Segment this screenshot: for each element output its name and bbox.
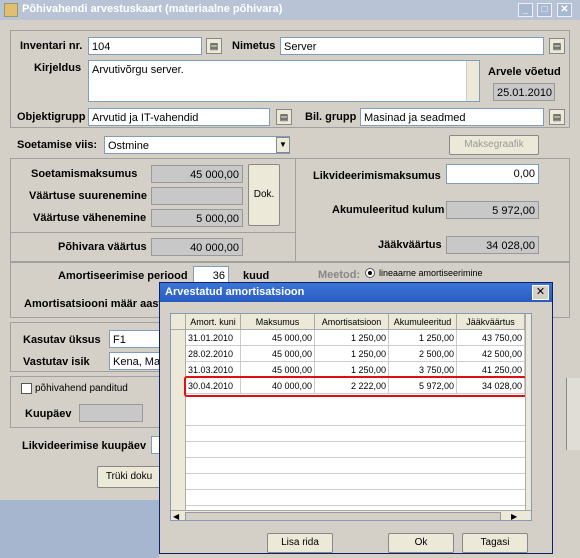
vertical-scrollbar[interactable] [525,314,531,510]
meetod-value: lineaarne amortiseerimine [379,268,483,278]
grid-cell[interactable]: 2 500,00 [389,346,457,362]
window-titlebar: Põhivahendi arvestuskaart (materiaalne p… [0,0,580,20]
background-window [0,500,159,558]
nimetus-field[interactable]: Server [280,37,544,55]
kasutav-label: Kasutav üksus [23,334,101,346]
maksegraafik-button[interactable]: Maksegraafik [449,135,539,155]
likvid-field[interactable]: 0,00 [446,164,539,184]
ok-button[interactable]: Ok [388,533,454,553]
minimize-icon[interactable]: _ [518,3,533,17]
objektigrupp-field[interactable]: Arvutid ja IT-vahendid [88,108,270,126]
scroll-left-icon[interactable]: ◀ [173,512,179,520]
kuupaev-field [79,404,143,422]
col-header[interactable]: Maksumus [241,314,315,330]
kulum-field: 5 972,00 [446,201,539,219]
trukk-button[interactable]: Trüki doku [97,466,161,488]
inventar-lookup-icon[interactable]: ▤ [206,38,222,54]
soetamise-label: Soetamise viis: [17,139,98,151]
row-selector-column [171,330,186,510]
soetamise-select[interactable]: Ostmine [104,136,290,154]
soetamismaksumus-label: Soetamismaksumus [31,168,138,180]
pohivara-label: Põhivara väärtus [58,241,147,253]
meetod-radio[interactable] [365,268,375,278]
grid-cell[interactable]: 28.02.2010 [186,346,241,362]
col-header[interactable]: Amortisatsioon [315,314,389,330]
dialog-close-icon[interactable]: ✕ [532,285,549,300]
app-icon [4,3,18,17]
likvkuup-label: Likvideerimise kuupäev [22,440,147,452]
kirjeldus-textarea[interactable]: Arvutivõrgu server. [88,60,480,102]
suurenemine-label: Väärtuse suurenemine [29,190,147,202]
panditud-label: põhivahend panditud [35,383,128,394]
vastutav-label: Vastutav isik [23,356,90,368]
section-divider [295,158,296,262]
grid-cell[interactable]: 31.01.2010 [186,330,241,346]
dialog-title: Arvestatud amortisatsioon [160,283,552,302]
amortization-dialog: Arvestatud amortisatsioon ✕ Amort. kuni … [159,282,553,554]
highlight-box [184,376,527,397]
dok-button[interactable]: Dok. [248,164,280,226]
meetod-label: Meetod: [318,269,361,281]
kasutav-field[interactable]: F1 [109,330,164,348]
horizontal-scrollbar[interactable]: ◀ ▶ [171,510,531,520]
kirjeldus-label: Kirjeldus [34,62,82,74]
soetamismaksumus-field: 45 000,00 [151,165,243,183]
vastutav-field[interactable]: Kena, Mat [109,352,164,370]
amortization-grid: Amort. kuni Maksumus Amortisatsioon Akum… [170,313,532,521]
inventar-field[interactable]: 104 [88,37,202,55]
panditud-checkbox[interactable] [21,383,32,394]
col-header[interactable]: Akumuleeritud [389,314,457,330]
kulum-label: Akumuleeritud kulum [332,204,445,216]
objektigrupp-lookup-icon[interactable]: ▤ [276,109,292,125]
grid-cell[interactable]: 45 000,00 [241,346,315,362]
bilgrupp-field[interactable]: Masinad ja seadmed [360,108,544,126]
divider [10,232,295,233]
close-icon[interactable]: ✕ [557,3,572,17]
kirjeldus-scrollbar[interactable] [466,61,479,101]
scroll-thumb[interactable] [185,512,501,520]
grid-cell[interactable]: 45 000,00 [241,330,315,346]
suurenemine-field [151,187,243,205]
grid-corner [171,314,186,330]
vahenemine-field: 5 000,00 [151,209,243,227]
grid-cell[interactable]: 43 750,00 [457,330,525,346]
jaak-label: Jääkväärtus [378,239,442,251]
chevron-down-icon[interactable]: ▼ [276,137,290,153]
jaak-field: 34 028,00 [446,236,539,254]
window-title: Põhivahendi arvestuskaart (materiaalne p… [22,3,283,15]
empty-rows [186,410,525,510]
kuupaev-label: Kuupäev [25,408,72,420]
vahenemine-label: Väärtuse vähenemine [33,212,147,224]
grid-cell[interactable]: 1 250,00 [389,330,457,346]
col-header[interactable]: Jääkväärtus [457,314,525,330]
pohivara-field: 40 000,00 [151,238,243,256]
nimetus-label: Nimetus [232,40,276,52]
kuud-label: kuud [243,270,270,282]
col-header[interactable]: Amort. kuni [186,314,241,330]
arvele-field: 25.01.2010 [493,83,555,101]
maximize-icon[interactable]: □ [537,3,552,17]
grid-cell[interactable]: 42 500,00 [457,346,525,362]
objektigrupp-label: Objektigrupp [17,111,86,123]
bilgrupp-lookup-icon[interactable]: ▤ [549,109,565,125]
bilgrupp-label: Bil. grupp [305,111,357,123]
arvele-label: Arvele võetud [488,66,561,78]
nimetus-lookup-icon[interactable]: ▤ [549,38,565,54]
side-panel [566,378,580,450]
periood-label: Amortiseerimise periood [58,270,188,282]
scroll-right-icon[interactable]: ▶ [511,512,517,520]
likvid-label: Likvideerimismaksumus [313,170,441,182]
lisa-rida-button[interactable]: Lisa rida [267,533,333,553]
grid-cell[interactable]: 1 250,00 [315,330,389,346]
tagasi-button[interactable]: Tagasi [462,533,528,553]
maar-label: Amortisatsiooni määr aast [24,298,163,310]
grid-cell[interactable]: 1 250,00 [315,346,389,362]
inventar-label: Inventari nr. [20,40,83,52]
